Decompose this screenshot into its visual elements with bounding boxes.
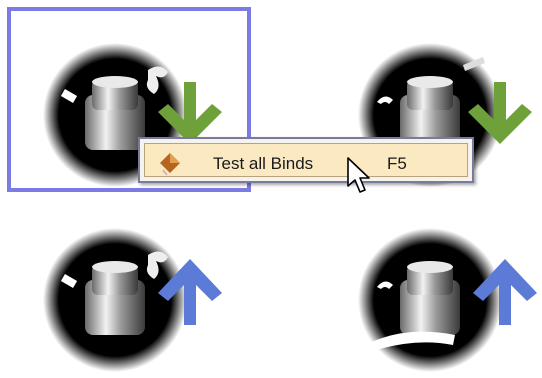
gem-icon — [159, 152, 181, 176]
arrow-up-icon — [465, 255, 542, 327]
arrow-up-icon — [150, 255, 230, 327]
context-menu: Test all Binds F5 — [138, 137, 474, 183]
mouse-cursor-icon — [346, 156, 372, 200]
menu-item-label: Test all Binds — [213, 154, 314, 173]
menu-item-shortcut: F5 — [387, 154, 407, 173]
menu-item-test-all-binds[interactable]: Test all Binds F5 — [144, 143, 468, 177]
